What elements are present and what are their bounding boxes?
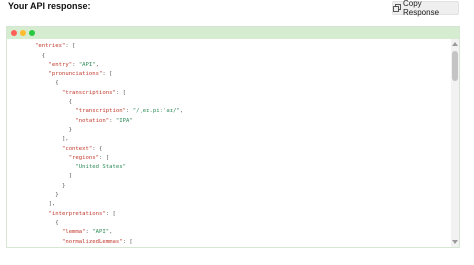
code-line: "entries": [ <box>35 42 183 51</box>
code-line: { <box>35 98 183 107</box>
json-key: "regions" <box>68 154 99 161</box>
json-punctuation: , <box>95 61 100 68</box>
code-line: "pronunciations": [ <box>35 70 183 79</box>
json-punctuation: : [ <box>115 89 126 96</box>
json-key: "context" <box>61 145 93 152</box>
code-line: } <box>35 191 183 200</box>
json-punctuation: } <box>35 182 66 189</box>
code-line: } <box>35 182 183 191</box>
json-punctuation: , <box>109 229 113 236</box>
json-punctuation: { <box>35 99 73 106</box>
json-code: {"entries": [ { "entry": "API", "pronunc… <box>35 39 183 247</box>
json-key: "interpretations" <box>48 210 106 217</box>
json-punctuation: { <box>35 39 38 40</box>
json-punctuation: : <box>125 108 133 115</box>
json-punctuation <box>35 211 48 217</box>
code-line: ], <box>35 135 183 144</box>
minimize-dot-icon <box>20 30 26 36</box>
close-dot-icon <box>11 30 17 36</box>
json-punctuation: : [ <box>99 154 110 161</box>
json-punctuation <box>35 239 62 245</box>
json-string: "/ˌeɪ.piːˈaɪ/" <box>132 108 180 115</box>
code-line: "transcription": "/ˌeɪ.piːˈaɪ/", <box>35 107 183 116</box>
json-punctuation: , <box>179 108 184 115</box>
json-punctuation: : <box>72 61 79 68</box>
json-punctuation <box>35 229 62 235</box>
json-key: "normalizedLemmas" <box>61 238 123 245</box>
json-punctuation: ], <box>35 136 69 143</box>
json-punctuation: : [ <box>102 71 113 78</box>
json-punctuation: } <box>35 192 59 199</box>
code-line: } <box>35 126 183 135</box>
copy-response-label: Copy Response <box>403 0 440 17</box>
code-line: "normalizedLemmas": [ <box>35 238 183 247</box>
json-key: "entries" <box>35 43 66 50</box>
json-key: "entry" <box>48 61 73 68</box>
json-punctuation: { <box>35 219 59 226</box>
json-punctuation <box>35 146 62 152</box>
api-response-panel: {"entries": [ { "entry": "API", "pronunc… <box>6 26 460 248</box>
code-line: ], <box>35 200 183 209</box>
json-punctuation: : [ <box>122 238 133 245</box>
json-string: "United States" <box>75 164 126 171</box>
response-title: Your API response: <box>8 1 91 11</box>
code-line: "United States" <box>35 163 183 172</box>
code-line: ] <box>35 172 183 181</box>
code-line: "notation": "IPA" <box>35 117 183 126</box>
scroll-up-icon[interactable] <box>452 42 458 46</box>
json-punctuation: : <box>109 117 116 124</box>
code-line: { <box>35 52 183 61</box>
json-string: "API" <box>92 229 110 236</box>
json-punctuation: : { <box>92 145 103 152</box>
json-punctuation: : [ <box>105 210 116 217</box>
code-line: "regions": [ <box>35 154 183 163</box>
json-punctuation <box>35 71 48 77</box>
code-line: "lemma": "API", <box>35 228 183 237</box>
json-code-view[interactable]: {"entries": [ { "entry": "API", "pronunc… <box>7 39 451 247</box>
code-line: "interpretations": [ <box>35 210 183 219</box>
scroll-down-icon[interactable] <box>452 240 458 244</box>
json-punctuation <box>35 155 69 161</box>
json-punctuation: ] <box>35 173 73 180</box>
json-punctuation: { <box>35 80 59 87</box>
vertical-scrollbar[interactable] <box>451 39 459 247</box>
json-punctuation <box>35 62 48 68</box>
scroll-thumb[interactable] <box>452 51 458 81</box>
json-key: "notation" <box>75 117 110 124</box>
code-line: { <box>35 219 183 228</box>
json-punctuation <box>35 90 62 96</box>
json-punctuation: } <box>35 126 73 133</box>
json-punctuation: { <box>35 52 46 59</box>
code-line: "context": { <box>35 145 183 154</box>
json-key: "transcription" <box>75 108 126 115</box>
response-header: Your API response: Copy Response <box>0 0 474 22</box>
json-key: "pronunciations" <box>48 71 103 78</box>
copy-icon <box>393 4 401 12</box>
json-key: "transcriptions" <box>61 89 116 96</box>
json-punctuation: ], <box>35 201 56 208</box>
code-line: "transcriptions": [ <box>35 89 183 98</box>
json-string: "API" <box>78 61 96 68</box>
window-titlebar <box>7 27 459 39</box>
json-punctuation <box>35 164 75 170</box>
copy-response-button[interactable]: Copy Response <box>392 0 459 17</box>
json-punctuation: : [ <box>65 43 76 50</box>
json-punctuation <box>35 108 75 114</box>
json-punctuation <box>35 118 75 124</box>
code-line: { <box>35 79 183 88</box>
code-line: "entry": "API", <box>35 61 183 70</box>
maximize-dot-icon <box>29 30 35 36</box>
json-key: "lemma" <box>61 229 86 236</box>
json-string: "IPA" <box>115 117 133 124</box>
